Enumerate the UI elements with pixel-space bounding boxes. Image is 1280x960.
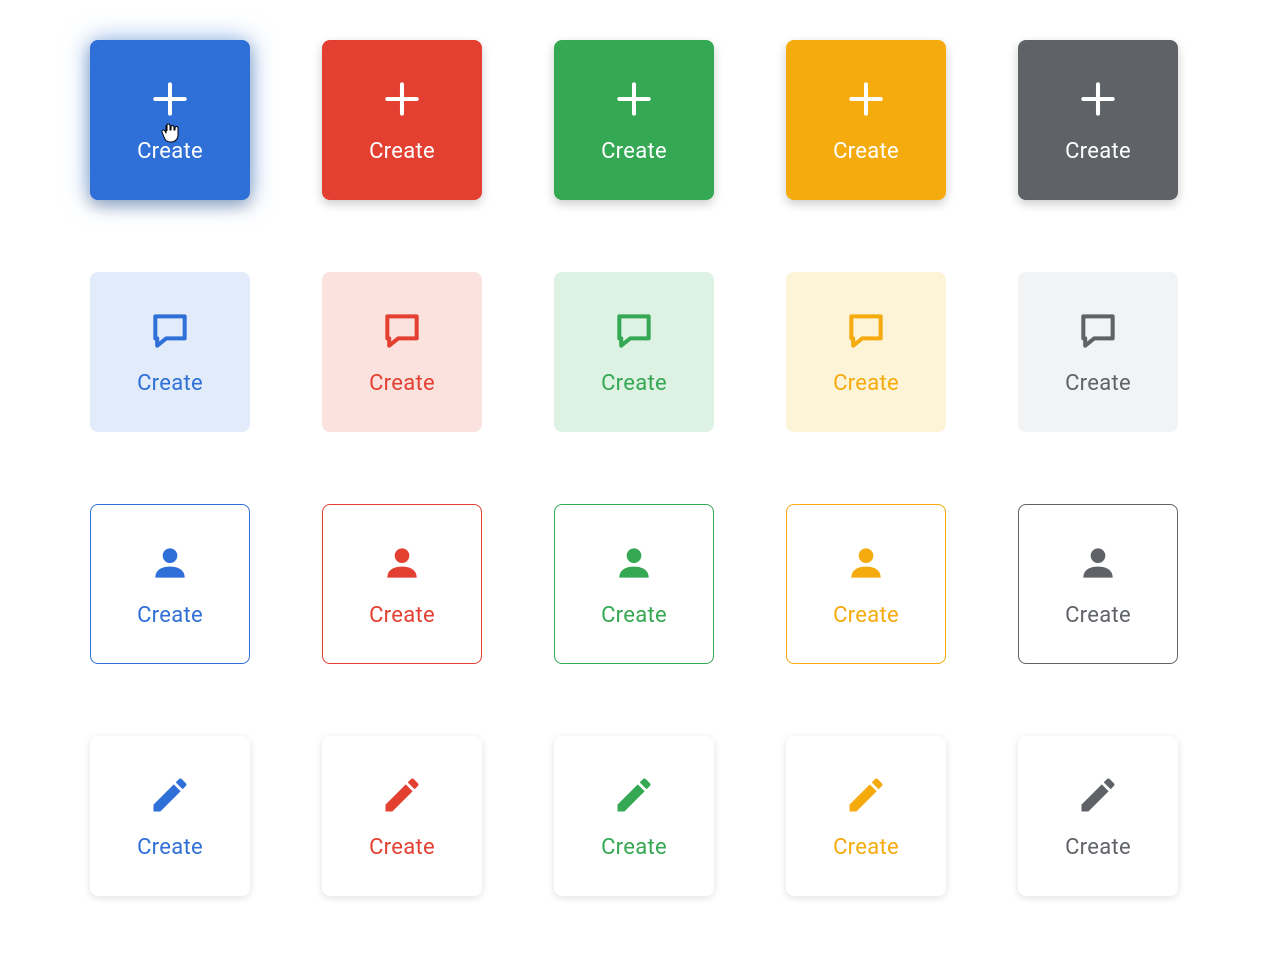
create-tile-outlined-yellow[interactable]: Create <box>786 504 946 664</box>
tile-label: Create <box>601 371 667 396</box>
tile-label: Create <box>137 371 203 396</box>
plus-icon <box>148 77 192 121</box>
tile-label: Create <box>369 139 435 164</box>
create-tile-outlined-blue[interactable]: Create <box>90 504 250 664</box>
create-tile-filled-blue[interactable]: Create <box>90 40 250 200</box>
create-tile-elevated-yellow[interactable]: Create <box>786 736 946 896</box>
create-tile-elevated-green[interactable]: Create <box>554 736 714 896</box>
tile-label: Create <box>601 139 667 164</box>
chat-icon <box>148 309 192 353</box>
plus-icon <box>612 77 656 121</box>
tile-label: Create <box>369 371 435 396</box>
tile-label: Create <box>1065 371 1131 396</box>
create-tile-elevated-gray[interactable]: Create <box>1018 736 1178 896</box>
create-tile-filled-green[interactable]: Create <box>554 40 714 200</box>
pencil-icon <box>612 773 656 817</box>
tile-label: Create <box>1065 835 1131 860</box>
tile-label: Create <box>833 371 899 396</box>
create-tile-outlined-gray[interactable]: Create <box>1018 504 1178 664</box>
tile-label: Create <box>833 603 899 628</box>
create-tile-tonal-red[interactable]: Create <box>322 272 482 432</box>
plus-icon <box>844 77 888 121</box>
chat-icon <box>612 309 656 353</box>
tile-label: Create <box>833 835 899 860</box>
create-tile-tonal-yellow[interactable]: Create <box>786 272 946 432</box>
pencil-icon <box>1076 773 1120 817</box>
create-tile-tonal-blue[interactable]: Create <box>90 272 250 432</box>
tile-label: Create <box>601 835 667 860</box>
create-tile-filled-yellow[interactable]: Create <box>786 40 946 200</box>
chat-icon <box>844 309 888 353</box>
create-tile-tonal-green[interactable]: Create <box>554 272 714 432</box>
person-icon <box>612 541 656 585</box>
pencil-icon <box>148 773 192 817</box>
person-icon <box>380 541 424 585</box>
plus-icon <box>380 77 424 121</box>
tile-label: Create <box>369 835 435 860</box>
person-icon <box>844 541 888 585</box>
person-icon <box>148 541 192 585</box>
tile-label: Create <box>833 139 899 164</box>
create-tile-filled-red[interactable]: Create <box>322 40 482 200</box>
create-tile-elevated-blue[interactable]: Create <box>90 736 250 896</box>
create-tile-tonal-gray[interactable]: Create <box>1018 272 1178 432</box>
create-tile-outlined-red[interactable]: Create <box>322 504 482 664</box>
tile-label: Create <box>137 139 203 164</box>
tile-label: Create <box>1065 139 1131 164</box>
chat-icon <box>1076 309 1120 353</box>
tile-label: Create <box>137 835 203 860</box>
tile-label: Create <box>369 603 435 628</box>
create-tile-outlined-green[interactable]: Create <box>554 504 714 664</box>
tile-label: Create <box>1065 603 1131 628</box>
chat-icon <box>380 309 424 353</box>
person-icon <box>1076 541 1120 585</box>
pencil-icon <box>380 773 424 817</box>
pencil-icon <box>844 773 888 817</box>
create-tile-filled-gray[interactable]: Create <box>1018 40 1178 200</box>
tile-label: Create <box>137 603 203 628</box>
plus-icon <box>1076 77 1120 121</box>
tile-label: Create <box>601 603 667 628</box>
create-tile-elevated-red[interactable]: Create <box>322 736 482 896</box>
